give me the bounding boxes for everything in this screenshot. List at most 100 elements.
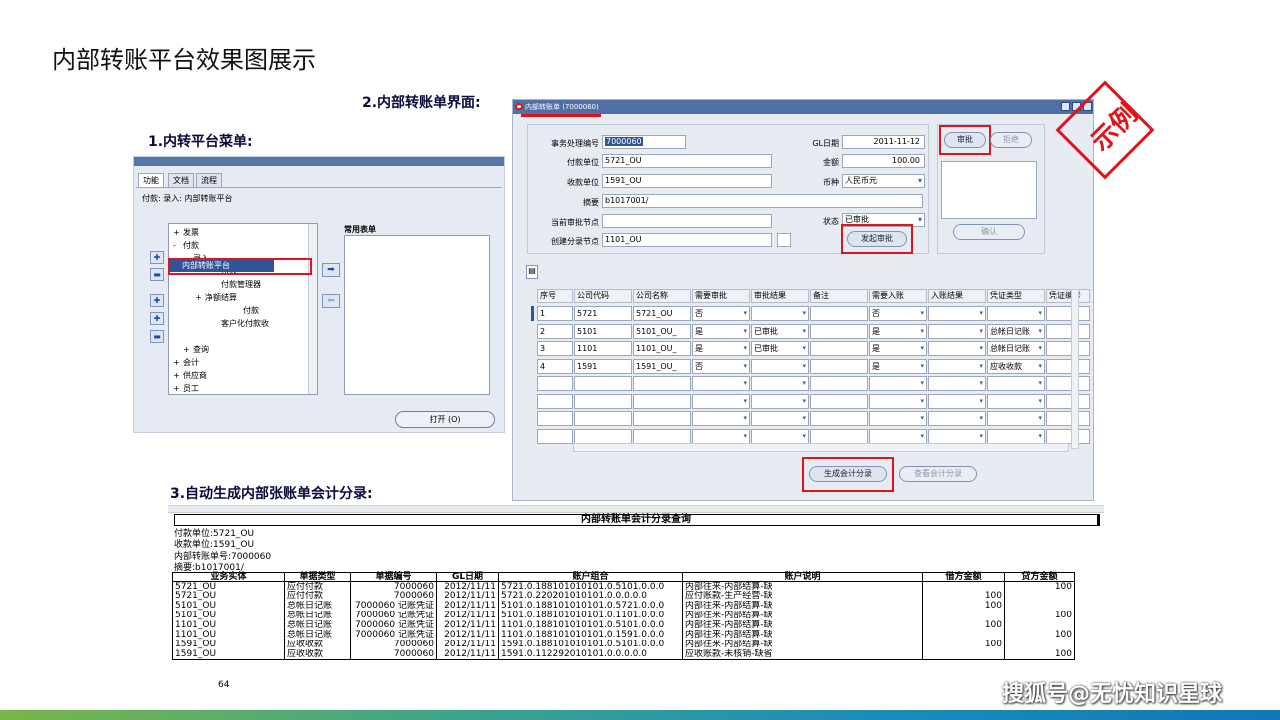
- grid-cell[interactable]: [928, 428, 986, 444]
- grid-cell[interactable]: [574, 428, 632, 444]
- grid-cell[interactable]: [810, 393, 868, 409]
- expand-all-icon[interactable]: ✚: [150, 294, 164, 307]
- remove-from-favorites-arrow-icon[interactable]: ⬅: [322, 294, 340, 308]
- grid-horizontal-scrollbar[interactable]: [573, 443, 1069, 452]
- grid-cell[interactable]: [574, 411, 632, 426]
- grid-cell[interactable]: 5721_OU: [633, 306, 691, 321]
- grid-cell[interactable]: [692, 428, 750, 444]
- attachment-icon[interactable]: ▤: [526, 265, 538, 279]
- tab-process[interactable]: 流程: [196, 173, 222, 187]
- create-node-field[interactable]: 1101_OU: [602, 233, 772, 247]
- grid-cell[interactable]: [751, 306, 809, 321]
- gl-date-field[interactable]: 2011-11-12: [842, 135, 925, 149]
- grid-cell[interactable]: [928, 393, 986, 409]
- grid-cell[interactable]: 已审批: [751, 323, 809, 339]
- grid-cell[interactable]: [869, 411, 927, 426]
- grid-cell[interactable]: [1046, 411, 1090, 426]
- tab-documents[interactable]: 文档: [168, 173, 194, 187]
- add-to-favorites-arrow-icon[interactable]: ➡: [322, 263, 340, 277]
- grid-cell[interactable]: [1046, 376, 1090, 391]
- grid-cell[interactable]: [810, 358, 868, 374]
- grid-cell[interactable]: [987, 411, 1045, 426]
- payee-field[interactable]: 1591_OU: [602, 174, 772, 188]
- approval-comment-box[interactable]: [941, 161, 1037, 219]
- favorites-list[interactable]: [344, 235, 490, 395]
- grid-cell[interactable]: [928, 306, 986, 321]
- grid-cell[interactable]: [751, 428, 809, 444]
- function-tree[interactable]: +发票-付款-录入付款付款管理器+净额结算付款客户化付款收+查询+会计+供应商+…: [168, 223, 318, 395]
- payer-field[interactable]: 5721_OU: [602, 154, 772, 168]
- grid-cell[interactable]: 是: [692, 323, 750, 339]
- grid-cell[interactable]: [928, 323, 986, 339]
- grid-cell[interactable]: [751, 358, 809, 374]
- tree-item[interactable]: + 查询: [183, 344, 209, 355]
- grid-cell[interactable]: [987, 393, 1045, 409]
- grid-cell[interactable]: [810, 341, 868, 356]
- grid-cell[interactable]: 是: [869, 323, 927, 339]
- grid-cell[interactable]: [928, 358, 986, 374]
- grid-cell[interactable]: 3: [537, 341, 573, 356]
- tree-item[interactable]: + 员工: [173, 383, 199, 394]
- create-node-lov-icon[interactable]: [777, 233, 791, 247]
- grid-cell[interactable]: [537, 376, 573, 391]
- grid-cell[interactable]: 总帐日记账: [987, 323, 1045, 339]
- grid-cell[interactable]: [537, 393, 573, 409]
- confirm-button[interactable]: 确认: [953, 224, 1025, 240]
- grid-cell[interactable]: [810, 323, 868, 339]
- grid-cell[interactable]: [869, 393, 927, 409]
- grid-cell[interactable]: [928, 411, 986, 426]
- currency-select[interactable]: 人民币元: [842, 174, 925, 188]
- grid-cell[interactable]: 是: [869, 341, 927, 356]
- grid-cell[interactable]: [810, 376, 868, 391]
- tree-node-sign[interactable]: +: [195, 293, 205, 302]
- tree-item[interactable]: + 会计: [173, 357, 199, 368]
- grid-cell[interactable]: 5721: [574, 306, 632, 321]
- grid-cell[interactable]: 是: [692, 341, 750, 356]
- grid-cell[interactable]: 否: [692, 358, 750, 374]
- grid-cell[interactable]: [574, 393, 632, 409]
- grid-cell[interactable]: [537, 428, 573, 444]
- grid-cell[interactable]: 是: [869, 358, 927, 374]
- grid-cell[interactable]: [1046, 358, 1090, 374]
- grid-cell[interactable]: [751, 411, 809, 426]
- grid-cell[interactable]: 5101: [574, 323, 632, 339]
- tree-node-sign[interactable]: +: [173, 228, 183, 237]
- grid-cell[interactable]: [751, 393, 809, 409]
- grid-cell[interactable]: [633, 376, 691, 391]
- grid-cell[interactable]: [987, 428, 1045, 444]
- grid-cell[interactable]: [810, 306, 868, 321]
- tree-node-sign[interactable]: -: [173, 241, 183, 250]
- grid-cell[interactable]: 否: [692, 306, 750, 321]
- open-button[interactable]: 打开 (O): [395, 411, 495, 428]
- tree-item[interactable]: + 供应商: [173, 370, 207, 381]
- grid-cell[interactable]: 否: [869, 306, 927, 321]
- tree-item[interactable]: + 发票: [173, 227, 199, 238]
- grid-cell[interactable]: 1101_OU_: [633, 341, 691, 356]
- grid-cell[interactable]: [869, 376, 927, 391]
- tree-node-sign[interactable]: +: [173, 384, 183, 393]
- grid-cell[interactable]: 1591_OU_: [633, 358, 691, 374]
- tab-functions[interactable]: 功能: [138, 173, 164, 187]
- grid-cell[interactable]: 2: [537, 323, 573, 339]
- grid-cell[interactable]: 1101: [574, 341, 632, 356]
- tree-item[interactable]: - 付款: [173, 240, 199, 251]
- grid-cell[interactable]: 5101_OU_: [633, 323, 691, 339]
- grid-cell[interactable]: 已审批: [751, 341, 809, 356]
- grid-cell[interactable]: [1046, 323, 1090, 339]
- grid-cell[interactable]: [633, 428, 691, 444]
- tree-node-sign[interactable]: +: [183, 345, 193, 354]
- tree-node-sign[interactable]: +: [173, 358, 183, 367]
- grid-cell[interactable]: [987, 376, 1045, 391]
- tree-item[interactable]: 付款管理器: [211, 279, 261, 290]
- grid-cell[interactable]: [574, 376, 632, 391]
- txn-no-field[interactable]: 7000060: [602, 135, 686, 149]
- tree-item[interactable]: + 净额结算: [195, 292, 237, 303]
- grid-cell[interactable]: 4: [537, 358, 573, 374]
- grid-cell[interactable]: [1046, 393, 1090, 409]
- approval-node-field[interactable]: [602, 214, 772, 228]
- grid-cell[interactable]: [692, 393, 750, 409]
- collapse-all-icon[interactable]: ▬: [150, 330, 164, 343]
- grid-cell[interactable]: [1046, 341, 1090, 356]
- amount-field[interactable]: 100.00: [842, 154, 925, 168]
- reject-button[interactable]: 拒绝: [990, 132, 1032, 148]
